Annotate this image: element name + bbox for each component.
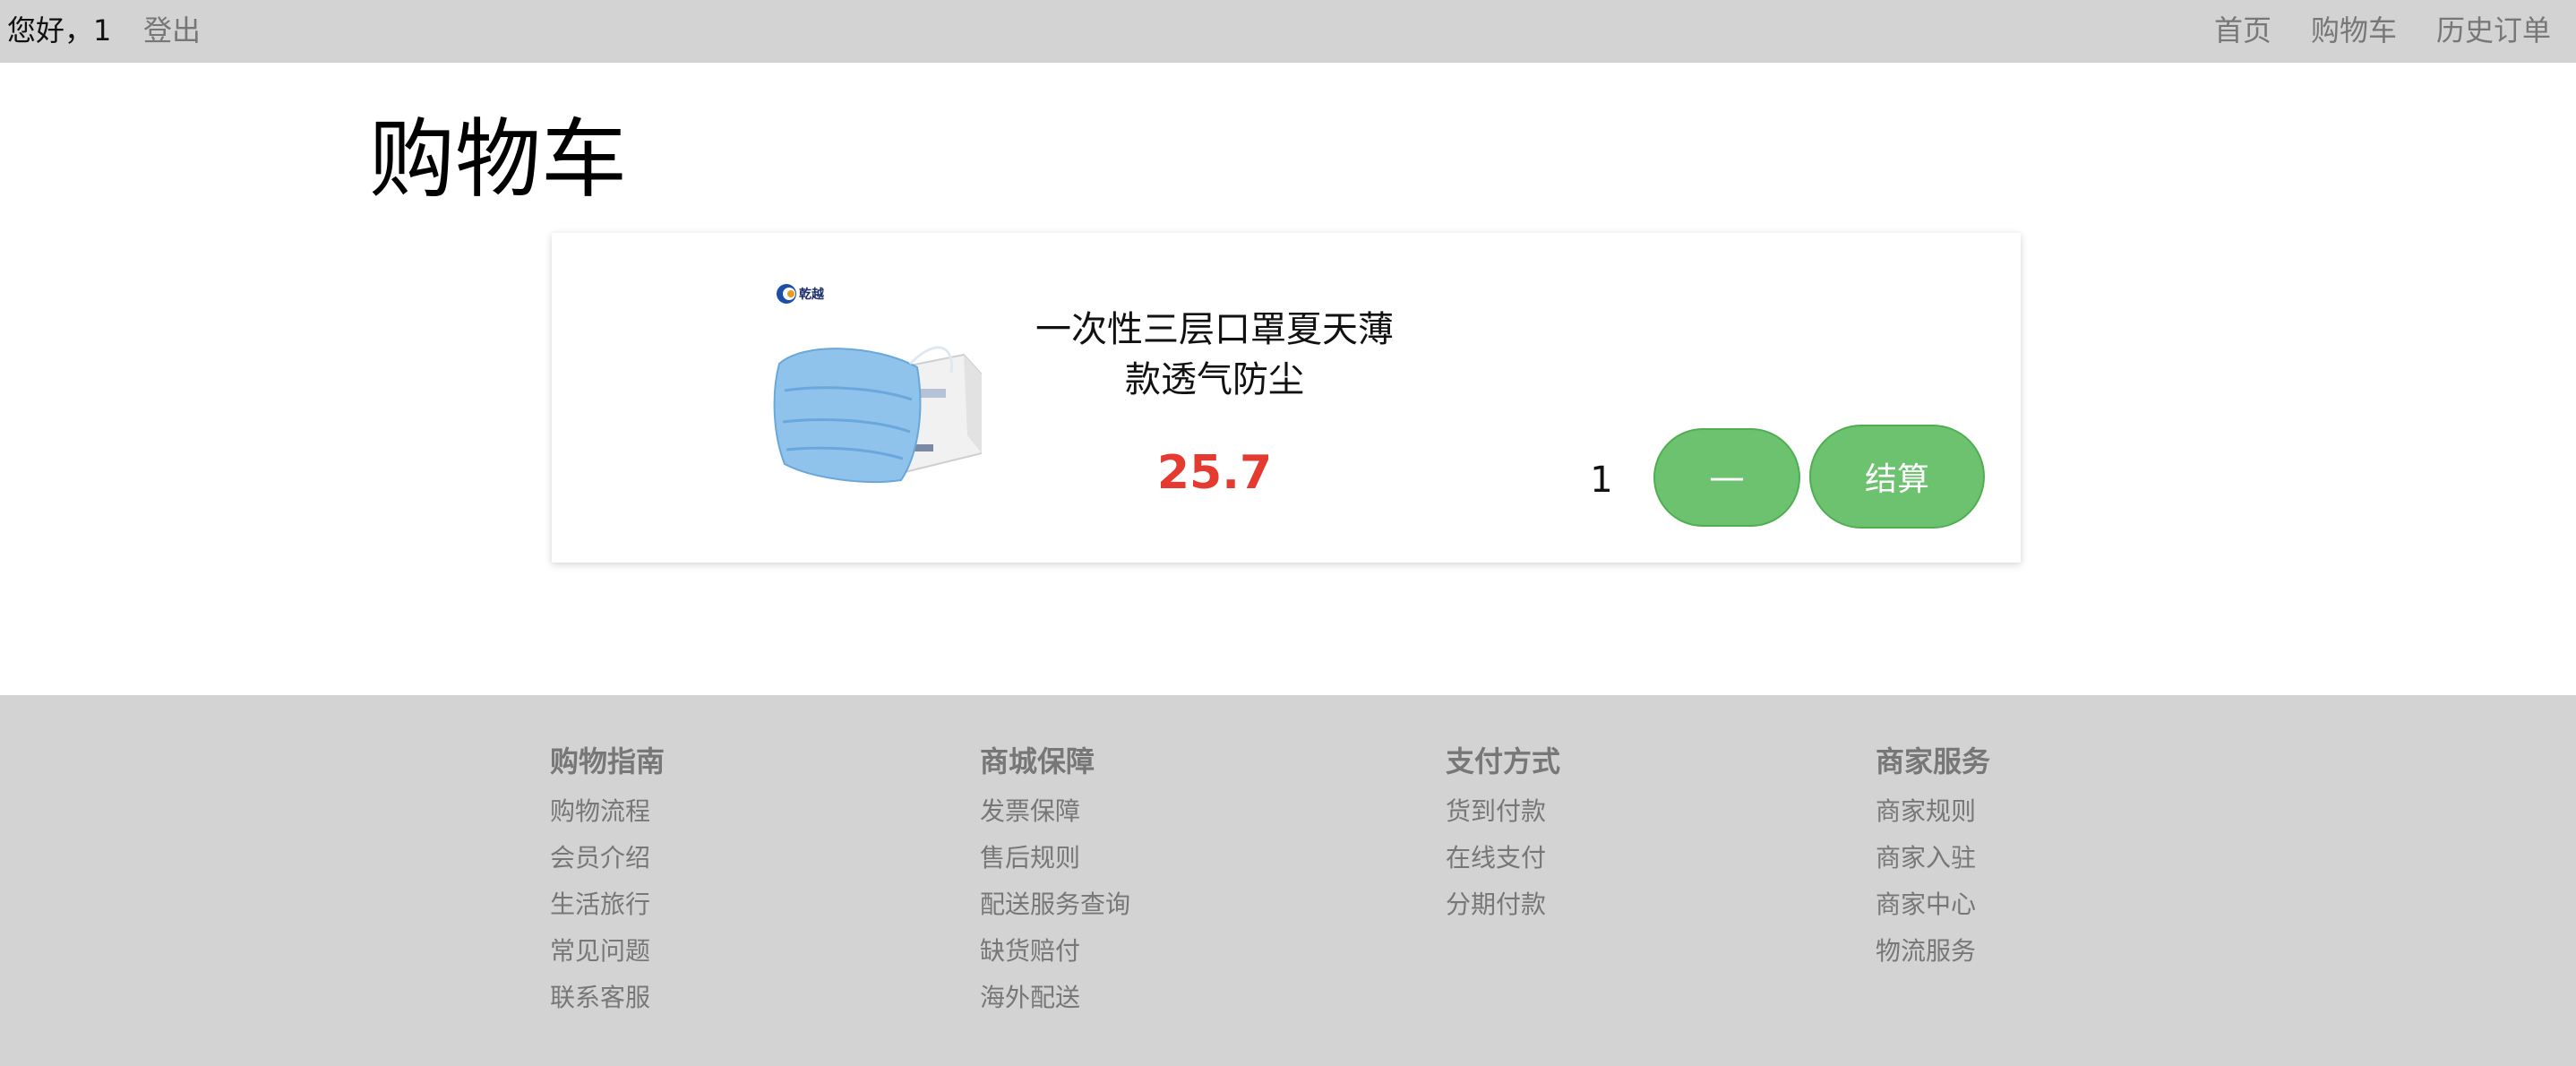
cart-item-card: 乾越 一次性三层口罩夏天薄款透气防尘 25.7 1 — 结算 bbox=[552, 233, 2021, 563]
footer-column-title: 商家服务 bbox=[1876, 744, 1991, 778]
product-image[interactable]: 乾越 bbox=[767, 274, 982, 489]
greeting-text: 您好，1 bbox=[7, 13, 112, 47]
footer-link[interactable]: 缺货赔付 bbox=[980, 928, 1130, 975]
footer-link[interactable]: 售后规则 bbox=[980, 835, 1130, 881]
footer-column-payment-methods: 支付方式 货到付款 在线支付 分期付款 bbox=[1446, 744, 1560, 928]
decrease-quantity-button[interactable]: — bbox=[1653, 428, 1800, 527]
footer-link[interactable]: 分期付款 bbox=[1446, 881, 1560, 928]
footer-link[interactable]: 商家规则 bbox=[1876, 788, 1990, 835]
footer-link[interactable]: 购物流程 bbox=[550, 788, 665, 835]
top-bar: 您好，1 登出 首页 购物车 历史订单 bbox=[0, 0, 2576, 63]
footer-link[interactable]: 物流服务 bbox=[1876, 928, 1990, 975]
brand-logo-text: 乾越 bbox=[799, 287, 825, 302]
footer-link[interactable]: 生活旅行 bbox=[550, 881, 665, 928]
quantity-value: 1 bbox=[1590, 460, 1613, 501]
footer-link[interactable]: 会员介绍 bbox=[550, 835, 665, 881]
footer-link[interactable]: 商家中心 bbox=[1876, 881, 1990, 928]
nav-home-link[interactable]: 首页 bbox=[2214, 13, 2271, 48]
footer-link[interactable]: 配送服务查询 bbox=[980, 881, 1130, 928]
footer-column-mall-guarantee: 商城保障 发票保障 售后规则 配送服务查询 缺货赔付 海外配送 bbox=[980, 744, 1130, 1021]
footer-column-shopping-guide: 购物指南 购物流程 会员介绍 生活旅行 常见问题 联系客服 bbox=[550, 744, 665, 1021]
footer-link[interactable]: 海外配送 bbox=[980, 975, 1130, 1021]
product-name[interactable]: 一次性三层口罩夏天薄款透气防尘 bbox=[1026, 305, 1403, 405]
footer-link[interactable]: 发票保障 bbox=[980, 788, 1130, 835]
footer-column-title: 商城保障 bbox=[980, 744, 1095, 778]
page-title: 购物车 bbox=[369, 109, 627, 210]
logout-link[interactable]: 登出 bbox=[143, 13, 201, 48]
top-nav: 首页 购物车 历史订单 bbox=[2214, 13, 2551, 48]
footer-link[interactable]: 联系客服 bbox=[550, 975, 665, 1021]
nav-order-history-link[interactable]: 历史订单 bbox=[2436, 13, 2551, 48]
footer-column-title: 支付方式 bbox=[1446, 744, 1561, 778]
footer-column-merchant-services: 商家服务 商家规则 商家入驻 商家中心 物流服务 bbox=[1876, 744, 1990, 975]
footer-link[interactable]: 常见问题 bbox=[550, 928, 665, 975]
footer-column-title: 购物指南 bbox=[550, 744, 665, 778]
footer-link[interactable]: 在线支付 bbox=[1446, 835, 1560, 881]
footer-link[interactable]: 商家入驻 bbox=[1876, 835, 1990, 881]
footer: 购物指南 购物流程 会员介绍 生活旅行 常见问题 联系客服 商城保障 发票保障 … bbox=[0, 695, 2576, 1066]
nav-cart-link[interactable]: 购物车 bbox=[2311, 13, 2397, 48]
checkout-button[interactable]: 结算 bbox=[1809, 425, 1985, 529]
product-price: 25.7 bbox=[1156, 446, 1273, 500]
footer-link[interactable]: 货到付款 bbox=[1446, 788, 1560, 835]
